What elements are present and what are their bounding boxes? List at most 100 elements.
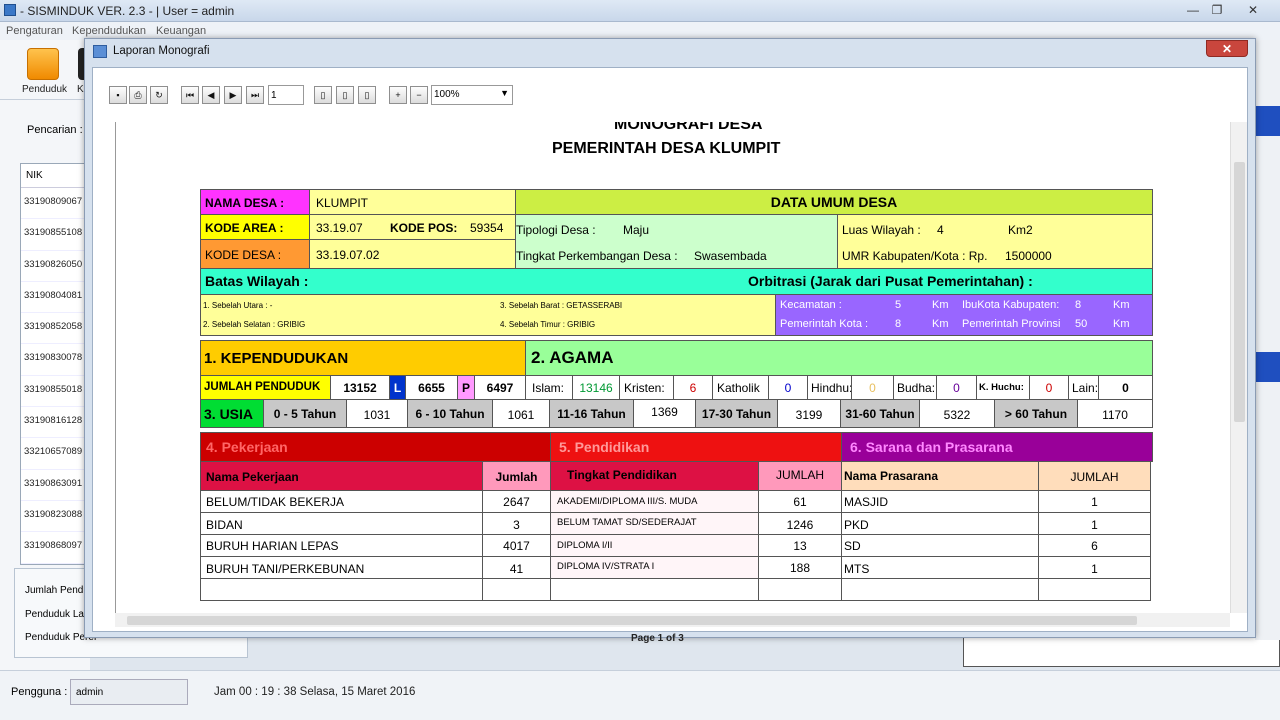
page-number-input[interactable] xyxy=(268,85,304,105)
single-page-icon[interactable]: ▯ xyxy=(314,86,332,104)
ibukota-label: IbuKota Kabupaten: xyxy=(962,299,1060,311)
usia-group-label: > 60 Tahun xyxy=(994,399,1078,428)
penduduk-label: Penduduk xyxy=(22,84,68,95)
page-width-icon[interactable]: ▯ xyxy=(358,86,376,104)
pendidikan-col-jumlah: JUMLAH xyxy=(758,461,842,491)
table-cell: 41 xyxy=(482,556,551,579)
horizontal-scrollbar[interactable] xyxy=(115,613,1230,627)
table-cell: 61 xyxy=(758,490,842,513)
usia-group-value: 5322 xyxy=(919,399,995,428)
table-row: PKD xyxy=(841,512,1039,535)
usia-group-label: 31-60 Tahun xyxy=(840,399,920,428)
katholik-label: Katholik xyxy=(712,375,769,400)
vertical-scrollbar[interactable] xyxy=(1230,122,1247,613)
status-user-label: Pengguna : xyxy=(11,686,68,698)
hindhu-value: 0 xyxy=(851,375,894,400)
kode-pos-value: 59354 xyxy=(470,221,504,235)
table-cell-partial xyxy=(482,578,551,601)
maximize-button[interactable]: ❐ xyxy=(1204,2,1230,18)
vertical-scroll-thumb[interactable] xyxy=(1234,162,1245,422)
zoom-out-icon[interactable]: − xyxy=(410,86,428,104)
list-item[interactable]: 33190855108 xyxy=(21,219,91,251)
kode-pos-label: KODE POS: xyxy=(390,221,458,235)
table-row: DIPLOMA I/II xyxy=(550,534,759,557)
luas-value: 4 xyxy=(937,223,944,237)
lain-label: Lain: xyxy=(1068,375,1099,400)
sarana-header: 6. Sarana dan Prasarana xyxy=(841,432,1153,462)
provinsi-label: Pemerintah Provinsi xyxy=(962,318,1061,330)
app-title: - SISMINDUK VER. 2.3 - | User = admin xyxy=(20,4,235,18)
report-viewer: ▪ ⎙ ↻ ⏮ ◀ ▶ ⏭ ▯ ▯ ▯ + − 100% ▼ MONOGRAFI… xyxy=(92,67,1248,644)
list-item[interactable]: 33190823088 xyxy=(21,501,91,533)
kecamatan-km: Km xyxy=(932,299,949,311)
data-umum-header: DATA UMUM DESA xyxy=(515,189,1153,215)
luas-unit: Km2 xyxy=(1008,223,1033,237)
table-cell-partial xyxy=(1038,578,1151,601)
blue-tab[interactable] xyxy=(1255,352,1280,382)
pemkota-value: 8 xyxy=(895,318,902,330)
multi-page-icon[interactable]: ▯ xyxy=(336,86,354,104)
khuchu-value: 0 xyxy=(1029,375,1069,400)
blue-tab[interactable] xyxy=(1255,106,1280,136)
search-label: Pencarian : xyxy=(27,124,83,136)
table-row: MASJID xyxy=(841,490,1039,513)
usia-group-value: 1369 xyxy=(633,399,696,428)
zoom-in-icon[interactable]: + xyxy=(389,86,407,104)
table-row-partial xyxy=(841,578,1039,601)
list-item[interactable]: 33190830078 xyxy=(21,344,91,376)
first-page-icon[interactable]: ⏮ xyxy=(181,86,199,104)
perempuan-value: 6497 xyxy=(474,375,526,400)
zoom-select[interactable]: 100% ▼ xyxy=(431,85,513,105)
table-row: SD xyxy=(841,534,1039,557)
menu-pengaturan[interactable]: Pengaturan xyxy=(6,25,63,37)
list-item[interactable]: 33190804081 xyxy=(21,282,91,314)
umr-value: 1500000 xyxy=(1005,249,1052,263)
table-row: BELUM TAMAT SD/SEDERAJAT xyxy=(550,512,759,535)
katholik-value: 0 xyxy=(768,375,808,400)
print-icon[interactable]: ⎙ xyxy=(129,86,147,104)
kristen-value: 6 xyxy=(673,375,713,400)
horizontal-scroll-thumb[interactable] xyxy=(127,616,1137,625)
close-app-button[interactable]: ✕ xyxy=(1240,2,1266,18)
nik-list[interactable]: NIK 33190809067 33190855108 33190826050 … xyxy=(20,163,92,565)
nama-desa-value: KLUMPIT xyxy=(309,189,516,215)
minimize-button[interactable]: — xyxy=(1180,2,1206,18)
table-row: DIPLOMA IV/STRATA I xyxy=(550,556,759,579)
orbitrasi-box: Kecamatan : 5 Km IbuKota Kabupaten: 8 Km… xyxy=(775,294,1153,336)
islam-value: 13146 xyxy=(572,375,620,400)
list-item[interactable]: 33190809067 xyxy=(21,188,91,220)
penduduk-icon[interactable] xyxy=(27,48,59,80)
list-item[interactable]: 33190816128 xyxy=(21,407,91,439)
ibukota-value: 8 xyxy=(1075,299,1082,311)
prev-page-icon[interactable]: ◀ xyxy=(202,86,220,104)
report-title: MONOGRAFI DESA xyxy=(614,122,763,133)
next-page-icon[interactable]: ▶ xyxy=(224,86,242,104)
budha-value: 0 xyxy=(936,375,977,400)
tingkat-label: Tingkat Perkembangan Desa : xyxy=(516,249,678,263)
report-page: MONOGRAFI DESA PEMERINTAH DESA KLUMPIT N… xyxy=(115,122,1230,613)
list-item[interactable]: 33190863091 xyxy=(21,470,91,501)
batas-label: Batas Wilayah : xyxy=(205,273,309,289)
provinsi-km: Km xyxy=(1113,318,1130,330)
list-item[interactable]: 33190868097 xyxy=(21,532,91,564)
menu-kependudukan[interactable]: Kependudukan xyxy=(72,25,146,37)
list-item[interactable]: 33190855018 xyxy=(21,376,91,408)
list-item[interactable]: 33210657089 xyxy=(21,438,91,470)
nik-column-header[interactable]: NIK xyxy=(21,164,91,188)
last-page-icon[interactable]: ⏭ xyxy=(246,86,264,104)
dialog-close-button[interactable]: ✕ xyxy=(1206,40,1248,57)
table-row: MTS xyxy=(841,556,1039,579)
list-item[interactable]: 33190826050 xyxy=(21,251,91,282)
toolbar-label-2: K xyxy=(77,84,84,95)
table-cell: 188 xyxy=(758,556,842,579)
menu-keuangan[interactable]: Keuangan xyxy=(156,25,206,37)
save-icon[interactable]: ▪ xyxy=(109,86,127,104)
lain-value: 0 xyxy=(1098,375,1153,400)
laki-label: L xyxy=(389,375,406,400)
pendidikan-col-name: Tingkat Pendidikan xyxy=(550,461,759,491)
luas-box: Luas Wilayah : 4 Km2 UMR Kabupaten/Kota … xyxy=(837,214,1153,269)
kode-area-label: KODE AREA : xyxy=(200,214,310,240)
kecamatan-label: Kecamatan : xyxy=(780,299,842,311)
refresh-icon[interactable]: ↻ xyxy=(150,86,168,104)
list-item[interactable]: 33190852058 xyxy=(21,313,91,345)
